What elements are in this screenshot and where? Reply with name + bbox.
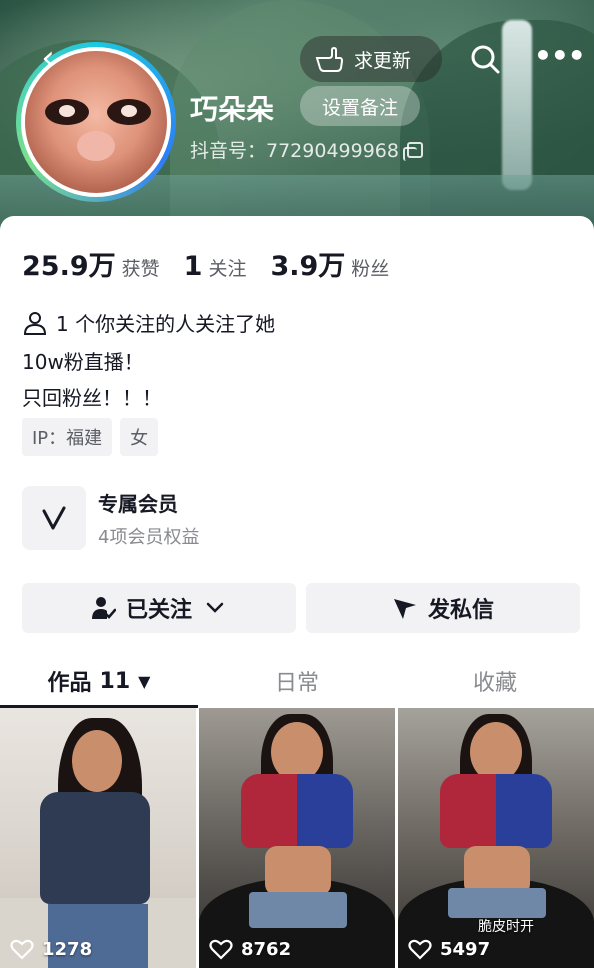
ip-location-tag: IP：福建 <box>22 418 113 456</box>
video-thumbnail[interactable]: 脆皮时开 5497 <box>398 708 594 968</box>
content-tabs: 作品 11 ▼ 日常 收藏 <box>0 656 594 708</box>
action-buttons: 已关注 发私信 <box>22 583 580 633</box>
profile-name: 巧朵朵 <box>190 93 275 126</box>
profile-header: ‹ 求更新 ••• 巧朵朵 设置备注 抖音号：77290499968 <box>0 0 594 240</box>
membership-subtitle: 4项会员权益 <box>98 526 200 548</box>
midriff <box>265 846 331 896</box>
profile-tags: IP：福建 女 <box>22 418 159 456</box>
send-icon <box>393 599 416 619</box>
more-options-icon[interactable]: ••• <box>534 42 586 74</box>
exclusive-membership-entry[interactable]: 专属会员 4项会员权益 <box>22 486 199 550</box>
send-message-label: 发私信 <box>427 598 494 623</box>
stat-followers-label: 粉丝 <box>351 258 390 280</box>
douyin-id-text: 抖音号：77290499968 <box>190 140 399 162</box>
jersey-shirt <box>440 774 552 848</box>
face <box>271 722 323 782</box>
video-likes: 1278 <box>10 938 92 960</box>
jersey-shirt <box>241 774 353 848</box>
send-message-button[interactable]: 发私信 <box>306 583 580 633</box>
stat-likes-label: 获赞 <box>121 258 160 280</box>
video-likes-count: 8762 <box>241 938 292 960</box>
avatar-eye <box>45 99 89 125</box>
membership-v-icon <box>22 486 86 550</box>
copy-icon[interactable] <box>402 141 423 161</box>
shorts <box>448 888 546 918</box>
request-update-label: 求更新 <box>354 49 412 72</box>
followed-person-icon <box>91 597 116 619</box>
video-grid: 1278 8762 脆皮时开 5497 <box>0 708 594 968</box>
video-likes: 8762 <box>209 938 291 960</box>
stat-following[interactable]: 1 关注 <box>184 251 247 282</box>
tab-daily[interactable]: 日常 <box>198 656 396 706</box>
bio-line: 只回粉丝！！！ <box>22 386 162 410</box>
caret-down-icon: ▼ <box>138 671 151 691</box>
stat-following-label: 关注 <box>208 258 247 280</box>
search-icon[interactable] <box>468 42 502 76</box>
person-icon <box>23 311 47 335</box>
mutual-follow-text: 1 个你关注的人关注了她 <box>56 312 276 336</box>
tab-daily-label: 日常 <box>274 671 319 696</box>
video-likes-count: 5497 <box>440 938 491 960</box>
mutual-follow-info[interactable]: 1 个你关注的人关注了她 <box>22 308 275 337</box>
heart-icon <box>408 939 432 960</box>
background-waterfall <box>502 20 532 190</box>
set-remark-button[interactable]: 设置备注 <box>300 86 420 126</box>
shorts <box>249 892 347 928</box>
back-icon[interactable]: ‹ <box>28 40 68 80</box>
bio-line: 10w粉直播！ <box>22 350 144 374</box>
heart-icon <box>10 939 34 960</box>
chevron-down-icon <box>206 602 224 613</box>
tab-works-count: 11 <box>99 668 131 694</box>
stat-likes-count: 25.9万 <box>22 251 116 282</box>
profile-stats: 25.9万 获赞 1 关注 3.9万 粉丝 <box>22 244 413 283</box>
tab-works-label: 作品 <box>47 671 92 696</box>
tab-favorites[interactable]: 收藏 <box>396 656 594 706</box>
avatar-nose <box>77 131 115 161</box>
video-thumbnail[interactable]: 1278 <box>0 708 196 968</box>
stat-likes[interactable]: 25.9万 获赞 <box>22 244 160 283</box>
stat-followers-count: 3.9万 <box>270 251 346 282</box>
gender-tag: 女 <box>120 418 159 456</box>
video-likes-count: 1278 <box>42 938 93 960</box>
request-update-button[interactable]: 求更新 <box>300 36 442 82</box>
tab-favorites-label: 收藏 <box>472 671 517 696</box>
video-thumbnail[interactable]: 8762 <box>199 708 395 968</box>
heart-icon <box>209 939 233 960</box>
avatar-eye <box>107 99 151 125</box>
followed-button[interactable]: 已关注 <box>22 583 296 633</box>
profile-card: 25.9万 获赞 1 关注 3.9万 粉丝 1 个你关注的人关注了她 10w粉直… <box>0 216 594 968</box>
tab-works[interactable]: 作品 11 ▼ <box>0 656 198 708</box>
face <box>72 730 122 792</box>
followed-label: 已关注 <box>125 598 192 623</box>
stat-following-count: 1 <box>183 251 203 282</box>
video-likes: 5497 <box>408 938 490 960</box>
pointing-hand-icon <box>315 46 344 72</box>
face <box>470 722 522 782</box>
membership-title: 专属会员 <box>98 491 178 516</box>
video-caption: 脆皮时开 <box>478 919 534 935</box>
shirt <box>40 792 150 904</box>
douyin-id: 抖音号：77290499968 <box>190 136 423 163</box>
stat-followers[interactable]: 3.9万 粉丝 <box>270 244 389 283</box>
